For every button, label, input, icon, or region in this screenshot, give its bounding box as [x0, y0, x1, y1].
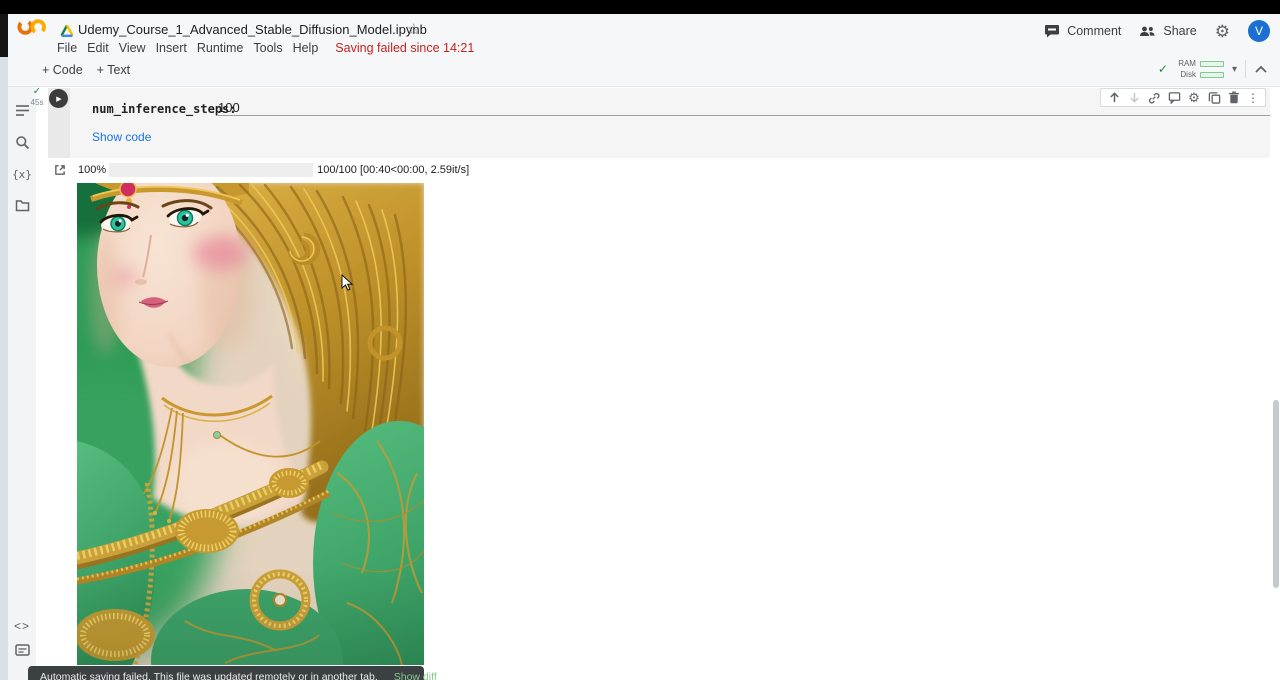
move-cell-down-icon[interactable]	[1127, 91, 1141, 105]
code-snippets-icon[interactable]: <>	[13, 617, 31, 635]
form-field-label: num_inference_steps:	[92, 102, 237, 116]
copy-link-to-cell-icon[interactable]	[1147, 91, 1161, 105]
menu-runtime[interactable]: Runtime	[192, 41, 249, 55]
ram-label: RAM	[1176, 59, 1196, 68]
share-button[interactable]: Share	[1139, 24, 1196, 38]
cell-execution-indicator: ✓ 45s	[28, 87, 46, 107]
delete-cell-trash-icon[interactable]	[1227, 91, 1241, 105]
collapse-sections-chevron-icon[interactable]	[1254, 64, 1268, 74]
search-icon[interactable]	[13, 133, 31, 151]
cell-more-options-icon[interactable]: ⋮	[1247, 91, 1259, 105]
settings-gear-icon[interactable]: ⚙	[1215, 23, 1230, 40]
progress-percent: 100%	[78, 164, 106, 176]
left-window-edge-top	[0, 14, 8, 57]
autosave-failed-toast: Automatic saving failed. This file was u…	[28, 666, 424, 680]
left-window-edge	[0, 57, 8, 680]
terminal-icon[interactable]	[13, 641, 31, 659]
toast-message: Automatic saving failed. This file was u…	[40, 671, 378, 680]
drive-icon	[60, 24, 74, 38]
resources-dropdown-caret-icon[interactable]: ▾	[1232, 64, 1237, 75]
tqdm-progress: 100% 100/100 [00:40<00:00, 2.59it/s]	[78, 163, 469, 177]
run-cell-button[interactable]: ▶	[49, 89, 68, 108]
colab-window: Udemy_Course_1_Advanced_Stable_Diffusion…	[0, 0, 1280, 680]
cell-toolbar: ⚙ ⋮	[1100, 88, 1266, 107]
show-diff-link[interactable]: Show diff	[394, 671, 437, 680]
ram-usage-bar	[1200, 61, 1224, 67]
mouse-cursor	[341, 274, 354, 292]
cell-settings-gear-icon[interactable]: ⚙	[1187, 91, 1201, 105]
comment-icon	[1044, 24, 1060, 38]
menu-tools[interactable]: Tools	[248, 41, 287, 55]
vertical-scrollbar[interactable]	[1273, 400, 1279, 588]
menu-edit[interactable]: Edit	[82, 41, 114, 55]
people-icon	[1139, 25, 1156, 38]
notebook-filename[interactable]: Udemy_Course_1_Advanced_Stable_Diffusion…	[78, 22, 427, 37]
comment-button[interactable]: Comment	[1044, 24, 1121, 38]
header: Udemy_Course_1_Advanced_Stable_Diffusion…	[8, 14, 1280, 57]
toolbar-divider	[1245, 60, 1246, 78]
menu-help[interactable]: Help	[288, 41, 324, 55]
move-cell-up-icon[interactable]	[1107, 91, 1121, 105]
code-cell: ▶ num_inference_steps: 100 Show code	[48, 88, 1270, 158]
progress-bar	[109, 163, 313, 177]
execution-success-check-icon: ✓	[28, 87, 46, 97]
play-icon: ▶	[56, 95, 61, 103]
colab-logo-icon[interactable]	[16, 18, 48, 36]
left-sidebar: {x} <>	[8, 87, 36, 680]
resource-monitor[interactable]: RAM Disk	[1176, 59, 1224, 79]
comment-label: Comment	[1067, 24, 1121, 38]
generated-image	[77, 183, 424, 665]
add-code-button[interactable]: + Code	[42, 63, 83, 77]
saving-status[interactable]: Saving failed since 14:21	[331, 41, 478, 55]
cell-form-section: ▶ num_inference_steps: 100 Show code	[48, 88, 1270, 158]
notebook-toolbar: + Code + Text ✓ RAM Disk ▾	[8, 57, 1280, 87]
user-avatar[interactable]: V	[1248, 20, 1270, 42]
menu-insert[interactable]: Insert	[151, 41, 192, 55]
output-options-icon[interactable]	[54, 164, 66, 176]
cell-gutter: ▶	[48, 88, 70, 158]
files-icon[interactable]	[13, 196, 31, 214]
variables-icon[interactable]: {x}	[13, 165, 31, 183]
disk-label: Disk	[1176, 70, 1196, 79]
runtime-connected-check-icon: ✓	[1158, 62, 1168, 76]
add-text-button[interactable]: + Text	[97, 63, 130, 77]
share-label: Share	[1163, 24, 1196, 38]
menubar: File Edit View Insert Runtime Tools Help…	[52, 41, 478, 55]
header-actions: Comment Share ⚙ V	[1044, 20, 1270, 42]
window-letterbox-bar	[0, 0, 1280, 14]
form-input-value: 100	[218, 100, 240, 115]
execution-time: 45s	[28, 98, 46, 107]
add-comment-icon[interactable]	[1167, 91, 1181, 105]
show-code-link[interactable]: Show code	[92, 130, 151, 144]
menu-file[interactable]: File	[52, 41, 82, 55]
menu-view[interactable]: View	[114, 41, 151, 55]
disk-usage-bar	[1200, 72, 1224, 78]
progress-status: 100/100 [00:40<00:00, 2.59it/s]	[317, 164, 469, 176]
star-icon[interactable]: ☆	[407, 20, 420, 38]
mirror-cell-icon[interactable]	[1207, 91, 1221, 105]
notebook-area: ✓ 45s ▶ num_inference_steps: 100 Show co…	[36, 87, 1280, 680]
